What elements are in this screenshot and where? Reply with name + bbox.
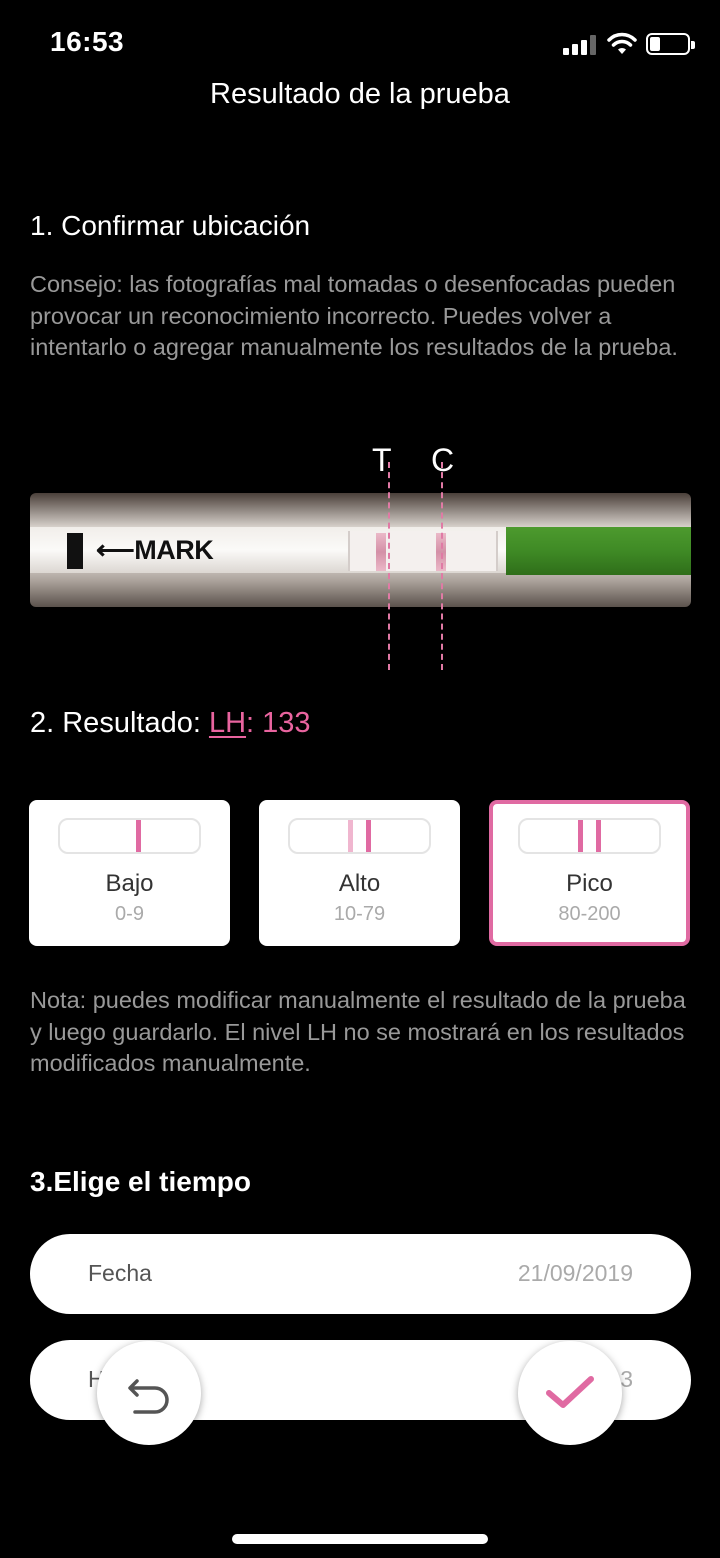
level-name: Pico bbox=[566, 870, 613, 897]
test-strip-photo: ⟵MARK bbox=[30, 493, 691, 607]
home-indicator[interactable] bbox=[232, 1534, 488, 1544]
strip-mark-text: MARK bbox=[134, 535, 214, 565]
confirm-button[interactable] bbox=[518, 1341, 622, 1445]
cellular-signal-icon bbox=[563, 35, 599, 55]
level-name: Alto bbox=[338, 870, 381, 897]
level-range: 10-79 bbox=[333, 903, 386, 925]
result-prefix: 2. Resultado: bbox=[30, 707, 209, 739]
lh-value: 133 bbox=[262, 707, 311, 739]
back-button[interactable] bbox=[97, 1341, 201, 1445]
level-card-pico[interactable]: Pico 80-200 bbox=[489, 800, 690, 946]
mini-strip-icon bbox=[58, 818, 201, 854]
step1-title: 1. Confirmar ubicación bbox=[30, 210, 311, 241]
level-card-alto[interactable]: Alto 10-79 bbox=[259, 800, 460, 946]
check-icon bbox=[546, 1376, 594, 1408]
wifi-icon bbox=[607, 32, 637, 54]
result-line: 2. Resultado: LH: 133 bbox=[30, 707, 311, 740]
hour-value: 3 bbox=[620, 1366, 633, 1392]
mini-strip-icon bbox=[288, 818, 431, 854]
lh-link[interactable]: LH bbox=[209, 707, 246, 739]
status-time: 16:53 bbox=[50, 26, 125, 57]
result-colon: : bbox=[246, 707, 263, 739]
step2-note: Nota: puedes modificar manualmente el re… bbox=[30, 987, 686, 1076]
t-marker-line[interactable] bbox=[388, 462, 390, 670]
undo-arrow-icon bbox=[128, 1379, 169, 1414]
date-value: 21/09/2019 bbox=[517, 1260, 633, 1286]
level-name: Bajo bbox=[105, 870, 154, 897]
step1-tip: Consejo: las fotografías mal tomadas o d… bbox=[30, 271, 678, 360]
c-marker-line[interactable] bbox=[441, 462, 443, 670]
date-label: Fecha bbox=[88, 1260, 152, 1286]
level-card-bajo[interactable]: Bajo 0-9 bbox=[29, 800, 230, 946]
mini-strip-icon bbox=[518, 818, 661, 854]
level-range: 80-200 bbox=[558, 903, 621, 925]
step3-title: 3.Elige el tiempo bbox=[30, 1166, 251, 1197]
date-field[interactable]: Fecha 21/09/2019 bbox=[30, 1234, 691, 1314]
page-title: Resultado de la prueba bbox=[210, 78, 510, 110]
status-bar: 16:53 bbox=[0, 0, 720, 90]
level-range: 0-9 bbox=[115, 903, 144, 925]
battery-icon bbox=[646, 33, 695, 55]
